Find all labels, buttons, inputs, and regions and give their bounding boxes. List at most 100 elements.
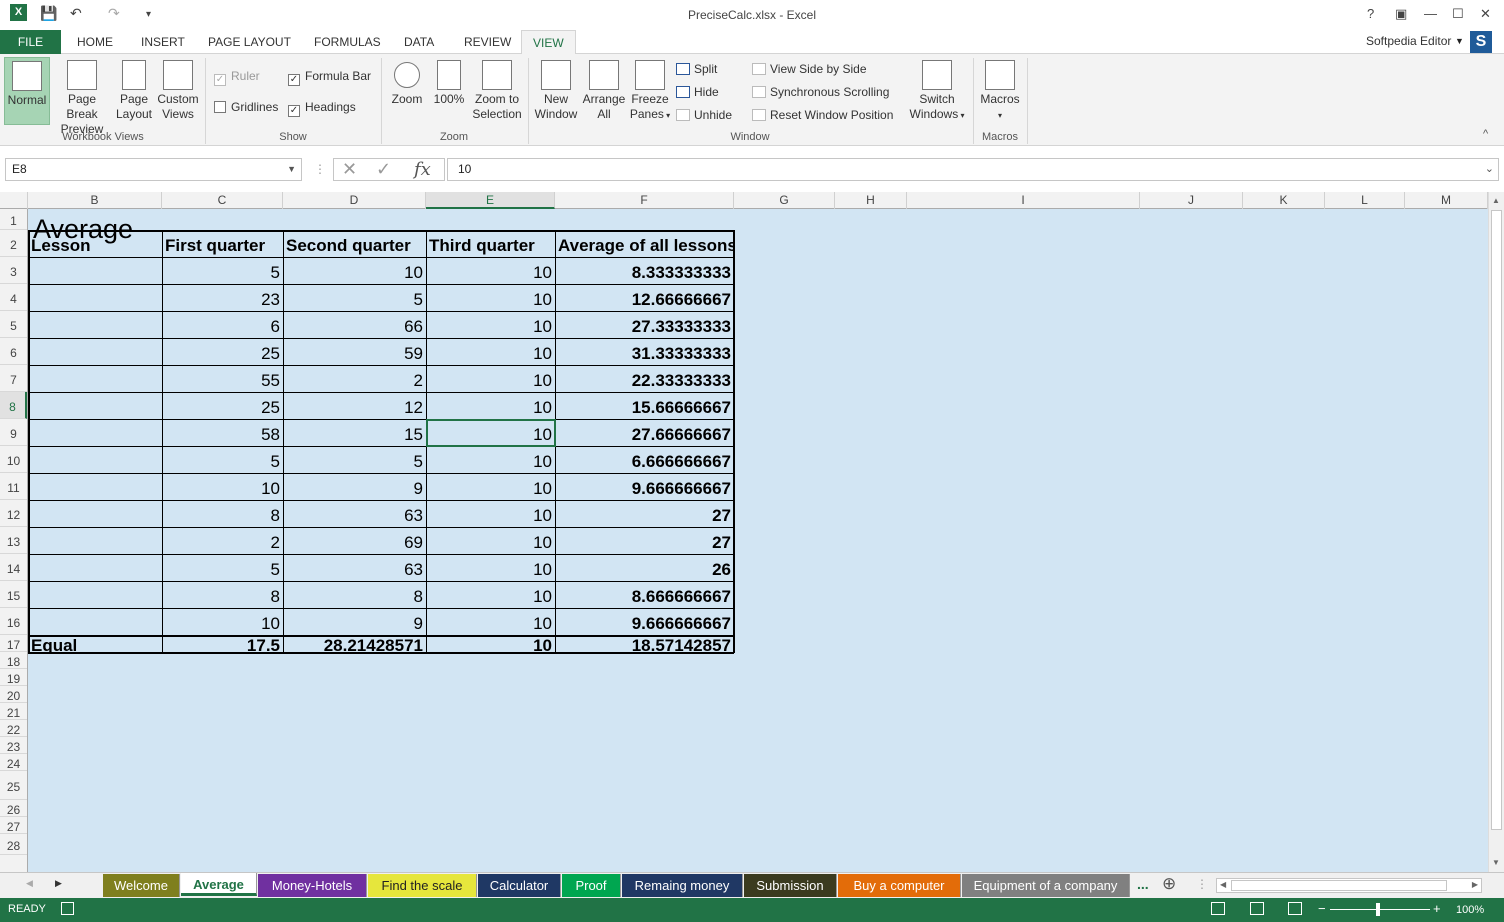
hide-button[interactable]: Hide — [676, 85, 719, 99]
help-icon[interactable]: ? — [1367, 6, 1374, 21]
scroll-up-icon[interactable]: ▲ — [1492, 196, 1500, 205]
table-cell[interactable]: 27 — [555, 500, 734, 527]
column-header-h[interactable]: H — [835, 192, 907, 209]
table-header-cell[interactable]: Second quarter — [283, 230, 426, 257]
zoom-button[interactable]: Zoom — [386, 60, 428, 107]
table-cell[interactable]: 6.666666667 — [555, 446, 734, 473]
table-cell[interactable]: 27.66666667 — [555, 419, 734, 446]
table-cell[interactable]: 5 — [162, 257, 283, 284]
table-cell[interactable] — [28, 365, 162, 392]
macros-button[interactable]: Macros ▾ — [977, 60, 1023, 123]
table-cell[interactable]: 12.66666667 — [555, 284, 734, 311]
table-cell[interactable]: 5 — [283, 446, 426, 473]
split-button[interactable]: Split — [676, 62, 717, 76]
column-header-d[interactable]: D — [283, 192, 426, 209]
zoom-in-icon[interactable]: + — [1433, 901, 1441, 916]
switch-windows-button[interactable]: Switch Windows ▾ — [906, 60, 968, 123]
table-header-cell[interactable]: Average of all lessons — [555, 230, 734, 257]
column-header-b[interactable]: B — [28, 192, 162, 209]
column-header-g[interactable]: G — [734, 192, 835, 209]
row-header-5[interactable]: 5 — [0, 311, 27, 338]
close-icon[interactable]: ✕ — [1480, 6, 1491, 22]
sheet-tab-money-hotels[interactable]: Money-Hotels — [258, 874, 367, 897]
table-cell[interactable]: 31.33333333 — [555, 338, 734, 365]
table-cell[interactable]: 6 — [162, 311, 283, 338]
table-cell[interactable]: 22.33333333 — [555, 365, 734, 392]
zoom-to-selection-button[interactable]: Zoom to Selection — [470, 60, 524, 122]
page-layout-status-icon[interactable] — [1250, 902, 1264, 915]
sheet-area[interactable]: Average Lesson First quarter Second quarte… — [28, 209, 1488, 872]
column-header-m[interactable]: M — [1405, 192, 1488, 209]
horizontal-scrollbar[interactable]: ◀ ▶ — [1216, 878, 1482, 893]
name-box-dropdown-icon[interactable]: ▼ — [287, 159, 296, 180]
gridlines-checkbox[interactable]: Gridlines — [214, 100, 278, 114]
tab-data[interactable]: DATA — [404, 30, 434, 54]
sheet-tab-proof[interactable]: Proof — [562, 874, 621, 897]
table-cell[interactable]: 9 — [283, 473, 426, 500]
zoom-100-button[interactable]: 100% — [430, 60, 468, 107]
table-cell[interactable]: 10 — [426, 365, 555, 392]
row-header-2[interactable]: 2 — [0, 230, 27, 257]
collapse-ribbon-icon[interactable]: ^ — [1483, 128, 1488, 140]
column-header-k[interactable]: K — [1243, 192, 1325, 209]
table-cell[interactable]: 15.66666667 — [555, 392, 734, 419]
total-cell[interactable]: 10 — [426, 635, 555, 652]
table-cell[interactable] — [28, 500, 162, 527]
zoom-level[interactable]: 100% — [1456, 904, 1484, 916]
table-cell[interactable]: 10 — [426, 473, 555, 500]
page-break-status-icon[interactable] — [1288, 902, 1302, 915]
table-cell[interactable]: 8 — [283, 581, 426, 608]
row-header-25[interactable]: 25 — [0, 771, 27, 800]
tab-view[interactable]: VIEW — [521, 30, 576, 55]
formula-input[interactable]: 10 ⌄ — [447, 158, 1499, 181]
table-cell[interactable]: 10 — [426, 500, 555, 527]
row-header-1[interactable]: 1 — [0, 209, 27, 230]
table-header-cell[interactable]: Lesson — [28, 230, 162, 257]
table-cell[interactable]: 12 — [283, 392, 426, 419]
new-window-button[interactable]: New Window — [532, 60, 580, 122]
table-cell[interactable]: 55 — [162, 365, 283, 392]
table-cell[interactable] — [28, 446, 162, 473]
sheet-tab-equipment-of-a-company[interactable]: Equipment of a company — [962, 874, 1130, 897]
table-cell[interactable]: 69 — [283, 527, 426, 554]
table-cell[interactable]: 63 — [283, 554, 426, 581]
unhide-button[interactable]: Unhide — [676, 108, 732, 122]
table-cell[interactable]: 27 — [555, 527, 734, 554]
select-all-corner[interactable] — [0, 192, 28, 209]
table-header-cell[interactable]: Third quarter — [426, 230, 555, 257]
table-cell[interactable] — [28, 392, 162, 419]
page-break-preview-button[interactable]: Page Break Preview — [52, 60, 112, 137]
expand-formula-icon[interactable]: ⌄ — [1485, 159, 1494, 180]
row-header-20[interactable]: 20 — [0, 686, 27, 703]
table-cell[interactable]: 59 — [283, 338, 426, 365]
zoom-slider-thumb[interactable] — [1376, 903, 1380, 916]
ruler-checkbox[interactable]: ✓ Ruler — [214, 69, 260, 86]
row-header-27[interactable]: 27 — [0, 817, 27, 834]
ribbon-display-icon[interactable]: ▣ — [1395, 6, 1407, 22]
table-cell[interactable]: 9.666666667 — [555, 608, 734, 635]
table-cell[interactable]: 10 — [162, 473, 283, 500]
table-cell[interactable]: 10 — [426, 446, 555, 473]
row-header-13[interactable]: 13 — [0, 527, 27, 554]
enter-icon[interactable]: ✓ — [376, 159, 391, 180]
table-cell[interactable]: 27.33333333 — [555, 311, 734, 338]
total-cell[interactable]: 18.57142857 — [555, 635, 734, 652]
table-cell[interactable]: 25 — [162, 338, 283, 365]
vertical-scroll-thumb[interactable] — [1491, 210, 1502, 830]
tab-scroll-right-icon[interactable]: ▶ — [55, 878, 62, 889]
arrange-all-button[interactable]: Arrange All — [582, 60, 626, 122]
tab-split-handle-icon[interactable]: ⋮ — [1196, 877, 1208, 891]
table-cell[interactable]: 15 — [283, 419, 426, 446]
table-cell[interactable]: 10 — [426, 284, 555, 311]
scroll-right-icon[interactable]: ▶ — [1472, 880, 1478, 889]
row-header-11[interactable]: 11 — [0, 473, 27, 500]
row-header-23[interactable]: 23 — [0, 737, 27, 754]
row-header-24[interactable]: 24 — [0, 754, 27, 771]
sheet-tab-average[interactable]: Average — [181, 873, 257, 896]
table-cell[interactable] — [28, 581, 162, 608]
row-header-8[interactable]: 8 — [0, 392, 27, 419]
row-header-14[interactable]: 14 — [0, 554, 27, 581]
table-cell[interactable]: 10 — [426, 581, 555, 608]
tab-review[interactable]: REVIEW — [464, 30, 511, 54]
zoom-slider[interactable] — [1330, 909, 1430, 910]
